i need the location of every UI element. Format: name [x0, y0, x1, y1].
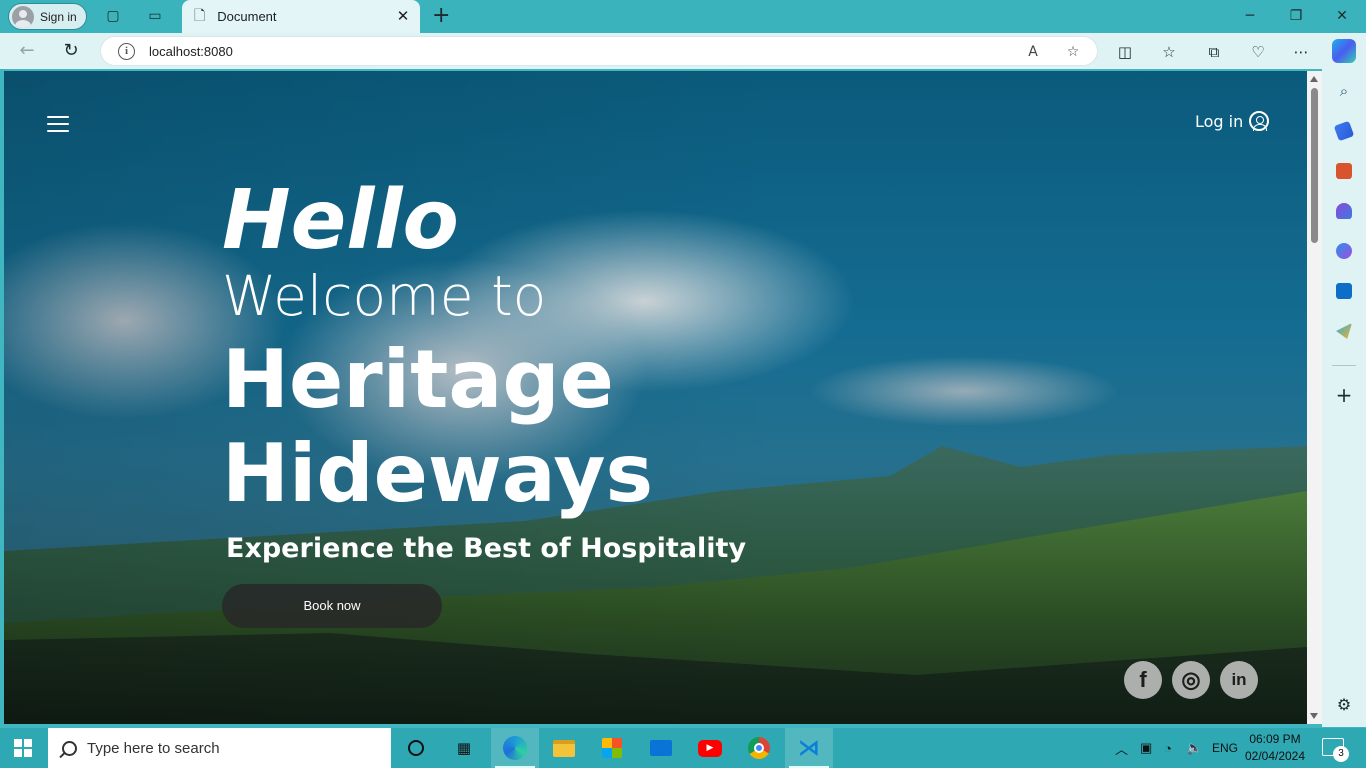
hero-hello: Hello [222, 173, 459, 268]
notification-count-badge: 3 [1333, 746, 1349, 762]
back-button[interactable]: ← [14, 39, 40, 65]
shopping-tag-icon[interactable] [1333, 120, 1355, 142]
book-now-button[interactable]: Book now [222, 584, 442, 628]
wifi-icon[interactable]: ◔ [1164, 728, 1172, 768]
clock-date: 02/04/2024 [1244, 749, 1306, 763]
outlook-icon[interactable] [1336, 283, 1352, 299]
browser-essentials-icon[interactable]: ♡ [1247, 41, 1269, 63]
browser-tab-strip: Sign in ▢ ▭ 🗋 Document ✕ + ─ ❐ ✕ [0, 0, 1366, 33]
favorite-star-icon[interactable]: ☆ [1063, 42, 1083, 62]
hero-section: Log in Hello Welcome to Heritage Hideway… [4, 71, 1307, 724]
chrome-icon[interactable] [735, 728, 783, 768]
add-sidebar-app-icon[interactable]: + [1334, 385, 1354, 405]
taskbar-search-box[interactable]: Type here to search [48, 728, 391, 768]
tools-briefcase-icon[interactable] [1336, 163, 1352, 179]
page-icon: 🗋 [194, 7, 206, 24]
hero-hideways: Hideways [222, 427, 654, 520]
mail-icon[interactable] [637, 728, 685, 768]
browser-toolbar: ← ↻ i localhost:8080 A ☆ ◫ ☆ ⧉ ♡ ⋯ [0, 33, 1366, 69]
restore-button[interactable]: ❐ [1284, 5, 1308, 27]
file-explorer-icon[interactable] [540, 728, 588, 768]
favorites-icon[interactable]: ☆ [1158, 41, 1180, 63]
cortana-icon[interactable] [392, 728, 440, 768]
tab-title: Document [217, 9, 277, 24]
search-placeholder: Type here to search [87, 739, 220, 757]
scroll-down-arrow-icon[interactable] [1310, 713, 1318, 719]
sidebar-divider [1332, 365, 1356, 366]
url-text[interactable]: localhost:8080 [149, 44, 233, 59]
start-windows-icon[interactable] [14, 739, 32, 757]
sidebar-settings-gear-icon[interactable]: ⚙ [1334, 695, 1354, 715]
address-bar[interactable]: i localhost:8080 A ☆ [100, 36, 1098, 66]
linkedin-icon[interactable]: in [1220, 661, 1258, 699]
user-circle-icon [1249, 111, 1270, 131]
split-screen-icon[interactable]: ◫ [1114, 41, 1136, 63]
facebook-icon[interactable]: f [1124, 661, 1162, 699]
new-tab-button[interactable]: + [432, 4, 450, 28]
minimize-button[interactable]: ─ [1238, 5, 1262, 27]
scrollbar-thumb[interactable] [1311, 88, 1318, 243]
hero-tagline: Experience the Best of Hospitality [226, 533, 747, 564]
edge-taskbar-icon[interactable] [491, 728, 539, 768]
taskbar-clock[interactable]: 06:09 PM 02/04/2024 [1244, 731, 1306, 765]
search-icon[interactable]: ⌕ [1334, 81, 1354, 101]
profile-avatar-icon [12, 5, 34, 28]
read-aloud-icon[interactable]: A [1023, 42, 1043, 62]
page-scrollbar[interactable] [1307, 71, 1322, 724]
instagram-icon[interactable]: ◎ [1172, 661, 1210, 699]
hero-heritage: Heritage [222, 333, 614, 426]
login-button[interactable]: Log in [1195, 111, 1270, 131]
login-label: Log in [1195, 111, 1244, 131]
close-window-button[interactable]: ✕ [1330, 5, 1354, 27]
task-view-icon[interactable]: ▦ [440, 728, 488, 768]
games-icon[interactable] [1336, 203, 1352, 219]
scroll-up-arrow-icon[interactable] [1310, 76, 1318, 82]
language-indicator[interactable]: ENG [1212, 728, 1238, 768]
windows-taskbar: Type here to search ▦ ▶ ⋊ ︿ ▣ ◔ 🔈 ENG 06… [0, 728, 1366, 768]
hero-welcome: Welcome to [222, 264, 547, 328]
tray-overflow-icon[interactable]: ︿ [1115, 728, 1128, 768]
vscode-icon[interactable]: ⋊ [785, 728, 833, 768]
network-device-icon[interactable]: ▣ [1140, 728, 1152, 768]
refresh-button[interactable]: ↻ [58, 39, 84, 65]
youtube-icon[interactable]: ▶ [686, 728, 734, 768]
microsoft-store-icon[interactable] [588, 728, 636, 768]
workspaces-icon[interactable]: ▢ [103, 6, 123, 26]
send-icon[interactable] [1336, 323, 1352, 339]
search-icon [62, 740, 77, 756]
settings-more-icon[interactable]: ⋯ [1290, 41, 1312, 63]
collections-icon[interactable]: ⧉ [1203, 41, 1225, 63]
hero-overlay [4, 71, 1307, 724]
menu-hamburger-icon[interactable] [47, 116, 69, 133]
edge-sidebar: ⌕ + ⚙ [1322, 69, 1366, 727]
tab-actions-icon[interactable]: ▭ [145, 6, 165, 26]
close-tab-icon[interactable]: ✕ [394, 7, 412, 25]
copilot-m365-icon[interactable] [1336, 243, 1352, 259]
volume-icon[interactable]: 🔈 [1186, 728, 1202, 768]
signin-label: Sign in [40, 9, 77, 24]
profile-signin-button[interactable]: Sign in [8, 3, 87, 30]
clock-time: 06:09 PM [1249, 732, 1301, 746]
copilot-icon[interactable] [1332, 39, 1356, 63]
site-info-icon[interactable]: i [118, 43, 135, 60]
tab-document[interactable]: 🗋 Document ✕ [182, 0, 420, 33]
